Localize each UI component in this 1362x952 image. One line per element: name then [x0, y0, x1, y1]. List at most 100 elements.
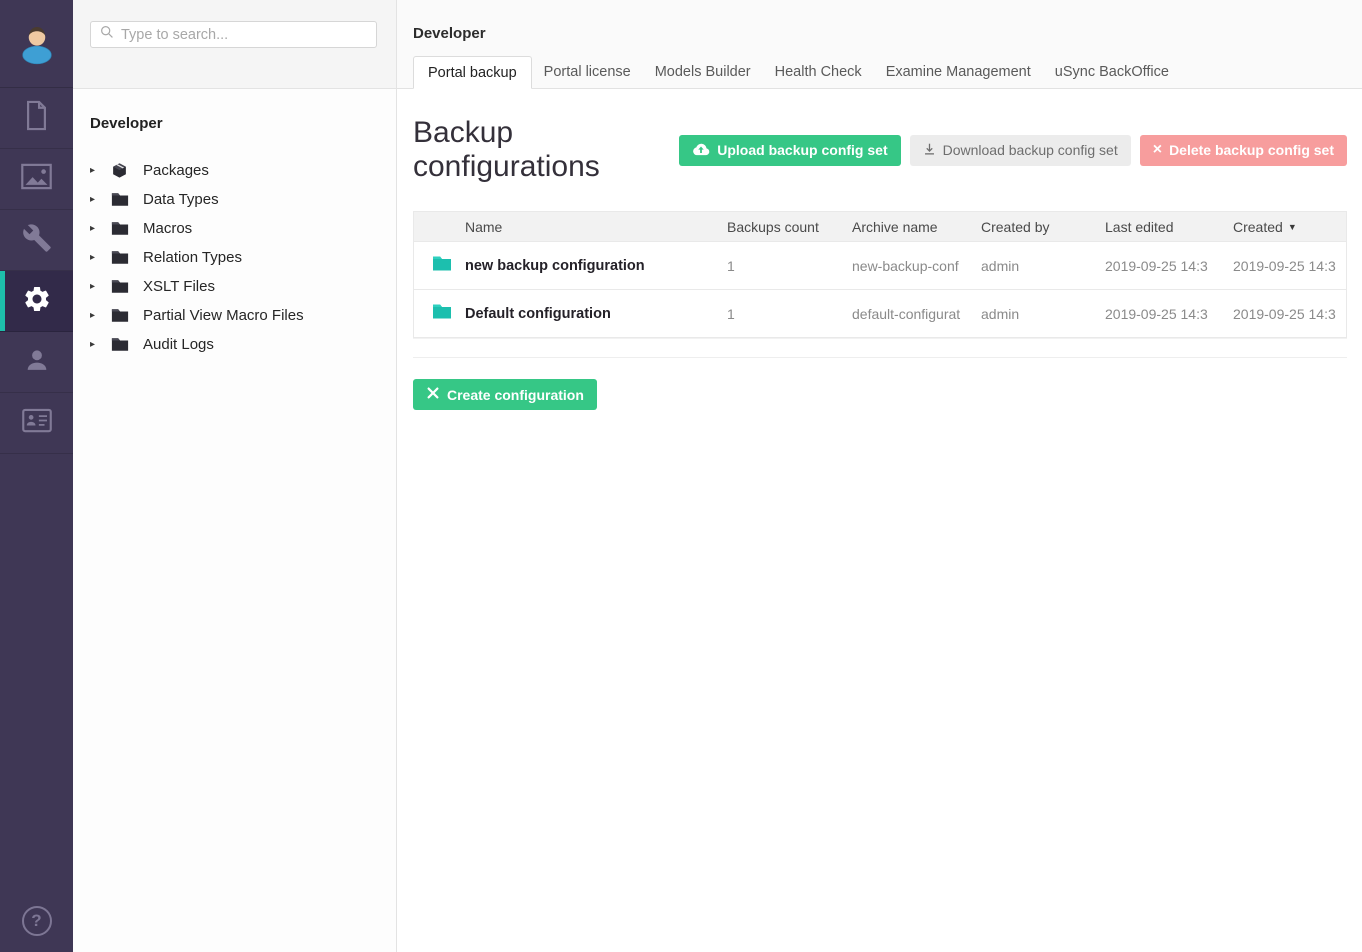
- created-cell: 2019-09-25 14:3: [1233, 258, 1346, 274]
- content-header: Developer Portal backup Portal license M…: [397, 0, 1362, 89]
- backup-configurations-table: Name Backups count Archive name Created …: [413, 211, 1347, 338]
- tree-item-label: Packages: [143, 162, 209, 179]
- app-window: ? Developer ▸ Packages ▸: [0, 0, 1362, 952]
- section-title: Developer: [413, 25, 486, 42]
- create-button-label: Create configuration: [447, 387, 584, 403]
- tools-cross-icon: [426, 386, 440, 403]
- tab-portal-license[interactable]: Portal license: [532, 56, 643, 89]
- delete-button-label: Delete backup config set: [1169, 142, 1334, 158]
- help-icon: ?: [22, 906, 52, 936]
- chevron-right-icon[interactable]: ▸: [90, 252, 103, 263]
- cloud-upload-icon: [692, 142, 710, 159]
- tab-usync-backoffice[interactable]: uSync BackOffice: [1043, 56, 1181, 89]
- tree-item-partial-view-macro-files[interactable]: ▸ Partial View Macro Files: [90, 301, 396, 330]
- tab-content: Backup configurations Upload backup conf…: [397, 89, 1362, 410]
- tree-item-audit-logs[interactable]: ▸ Audit Logs: [90, 330, 396, 359]
- delete-backup-config-button[interactable]: × Delete backup config set: [1140, 135, 1347, 166]
- chevron-right-icon[interactable]: ▸: [90, 194, 103, 205]
- column-header-name[interactable]: Name: [414, 219, 727, 235]
- tab-bar: Portal backup Portal license Models Buil…: [413, 56, 1181, 89]
- tree-title: Developer: [90, 115, 396, 132]
- download-backup-config-button[interactable]: Download backup config set: [910, 135, 1131, 166]
- rail-item-developer[interactable]: [0, 271, 73, 332]
- column-header-archive-name[interactable]: Archive name: [852, 219, 981, 235]
- tree-item-macros[interactable]: ▸ Macros: [90, 214, 396, 243]
- folder-icon: [111, 337, 129, 352]
- folder-icon: [111, 308, 129, 323]
- tree-item-label: Relation Types: [143, 249, 242, 266]
- folder-icon: [432, 255, 452, 277]
- created-by-cell: admin: [981, 258, 1105, 274]
- main-content: Developer Portal backup Portal license M…: [397, 0, 1362, 952]
- search-area: [73, 0, 396, 89]
- column-header-created-label: Created: [1233, 219, 1283, 235]
- id-card-icon: [22, 408, 52, 438]
- last-edited-cell: 2019-09-25 14:3: [1105, 306, 1233, 322]
- tree-item-relation-types[interactable]: ▸ Relation Types: [90, 243, 396, 272]
- tree-item-label: Partial View Macro Files: [143, 307, 304, 324]
- package-icon: [111, 162, 129, 179]
- tree-item-data-types[interactable]: ▸ Data Types: [90, 185, 396, 214]
- row-name-cell: new backup configuration: [414, 255, 727, 277]
- image-icon: [21, 163, 52, 195]
- create-configuration-button[interactable]: Create configuration: [413, 379, 597, 410]
- created-cell: 2019-09-25 14:3: [1233, 306, 1346, 322]
- upload-button-label: Upload backup config set: [717, 142, 887, 158]
- column-header-created[interactable]: Created ▼: [1233, 219, 1346, 235]
- tab-models-builder[interactable]: Models Builder: [643, 56, 763, 89]
- rail-item-content[interactable]: [0, 88, 73, 149]
- chevron-right-icon[interactable]: ▸: [90, 339, 103, 350]
- column-header-last-edited[interactable]: Last edited: [1105, 219, 1233, 235]
- tab-examine-management[interactable]: Examine Management: [874, 56, 1043, 89]
- tree-item-label: Macros: [143, 220, 192, 237]
- chevron-right-icon[interactable]: ▸: [90, 310, 103, 321]
- tab-health-check[interactable]: Health Check: [763, 56, 874, 89]
- tab-portal-backup[interactable]: Portal backup: [413, 56, 532, 89]
- backups-count-cell: 1: [727, 306, 852, 322]
- column-header-created-by[interactable]: Created by: [981, 219, 1105, 235]
- download-button-label: Download backup config set: [943, 142, 1118, 158]
- rail-item-settings[interactable]: [0, 210, 73, 271]
- rail-item-users[interactable]: [0, 332, 73, 393]
- page-title: Backup configurations: [413, 116, 679, 184]
- tree-panel: Developer ▸ Packages ▸ Data Types ▸: [73, 0, 397, 952]
- create-row: Create configuration: [413, 379, 1347, 410]
- tree-item-label: Audit Logs: [143, 336, 214, 353]
- row-name-cell: Default configuration: [414, 303, 727, 325]
- rail-item-media[interactable]: [0, 149, 73, 210]
- action-buttons: Upload backup config set Download backup…: [679, 135, 1347, 166]
- rail-item-members[interactable]: [0, 393, 73, 454]
- search-box[interactable]: [90, 21, 377, 48]
- column-header-backups-count[interactable]: Backups count: [727, 219, 852, 235]
- folder-icon: [111, 192, 129, 207]
- gear-icon: [22, 284, 52, 319]
- help-button[interactable]: ?: [0, 906, 73, 936]
- tree-item-label: XSLT Files: [143, 278, 215, 295]
- upload-backup-config-button[interactable]: Upload backup config set: [679, 135, 900, 166]
- table-header-row: Name Backups count Archive name Created …: [414, 212, 1346, 241]
- user-avatar[interactable]: [0, 0, 73, 88]
- tree-item-xslt-files[interactable]: ▸ XSLT Files: [90, 272, 396, 301]
- last-edited-cell: 2019-09-25 14:3: [1105, 258, 1233, 274]
- chevron-right-icon[interactable]: ▸: [90, 281, 103, 292]
- tree-item-packages[interactable]: ▸ Packages: [90, 156, 396, 185]
- search-input[interactable]: [121, 27, 367, 43]
- created-by-cell: admin: [981, 306, 1105, 322]
- table-row[interactable]: new backup configuration 1 new-backup-co…: [414, 241, 1346, 289]
- divider: [413, 357, 1347, 358]
- folder-icon: [111, 221, 129, 236]
- close-icon: ×: [1153, 142, 1162, 158]
- chevron-right-icon[interactable]: ▸: [90, 165, 103, 176]
- backups-count-cell: 1: [727, 258, 852, 274]
- download-icon: [923, 142, 936, 159]
- document-icon: [23, 100, 50, 136]
- section-rail: ?: [0, 0, 73, 952]
- table-row[interactable]: Default configuration 1 default-configur…: [414, 289, 1346, 337]
- avatar-icon: [15, 18, 59, 70]
- archive-name-cell: new-backup-conf: [852, 258, 981, 274]
- chevron-right-icon[interactable]: ▸: [90, 223, 103, 234]
- sort-descending-icon: ▼: [1288, 222, 1297, 232]
- tree: Developer ▸ Packages ▸ Data Types ▸: [73, 89, 396, 359]
- user-icon: [23, 346, 51, 379]
- folder-icon: [432, 303, 452, 325]
